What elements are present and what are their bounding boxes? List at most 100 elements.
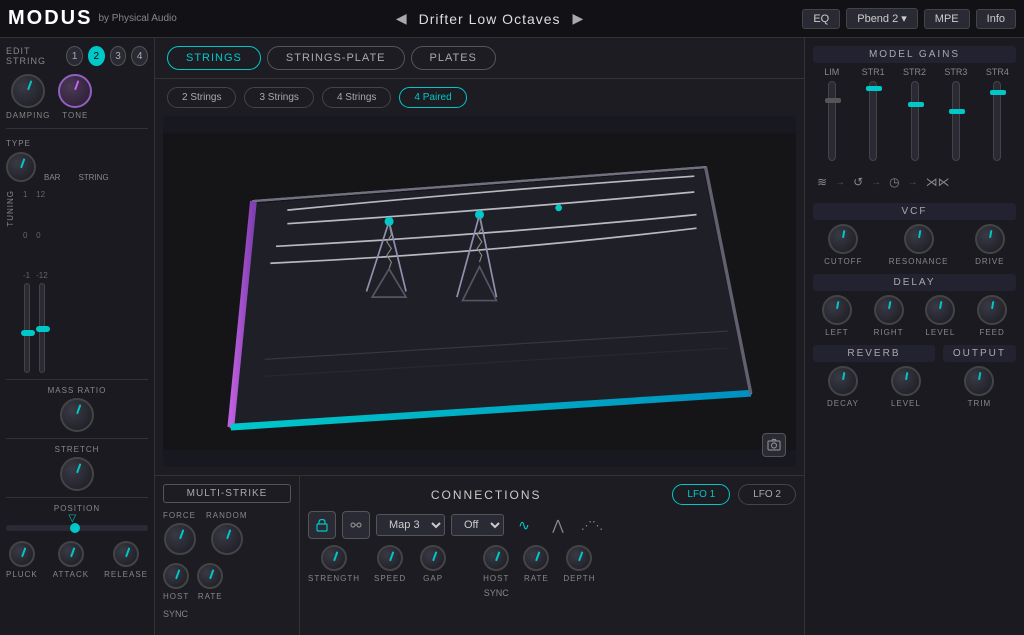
slider1-group: 1 0 -1 — [23, 190, 30, 373]
slider1-mid: 0 — [23, 231, 30, 240]
host-select[interactable]: Off — [451, 514, 504, 536]
2strings-tab[interactable]: 2 Strings — [167, 87, 236, 108]
left-delay-group: LEFT — [822, 295, 852, 337]
string-4-button[interactable]: 4 — [131, 46, 148, 66]
tone-knob[interactable] — [58, 74, 92, 108]
string-1-button[interactable]: 1 — [66, 46, 83, 66]
slider2-mid: 0 — [36, 231, 48, 240]
center-column: STRINGS STRINGS-PLATE PLATES 2 Strings 3… — [155, 38, 804, 635]
str4-thumb[interactable] — [990, 90, 1006, 95]
info-button[interactable]: Info — [976, 9, 1016, 29]
slider1-thumb[interactable] — [21, 330, 35, 336]
3strings-tab[interactable]: 3 Strings — [244, 87, 313, 108]
conn-link-button[interactable] — [342, 511, 370, 539]
strings-tab[interactable]: STRINGS — [167, 46, 261, 70]
conn-sync-label: SYNC — [484, 588, 509, 598]
slider2-thumb[interactable] — [36, 326, 50, 332]
lim-track[interactable] — [828, 81, 836, 161]
conn-host-group: HOST SYNC — [483, 545, 509, 598]
4paired-tab[interactable]: 4 Paired — [399, 87, 466, 108]
conn-lock-button[interactable] — [308, 511, 336, 539]
resonance-knob[interactable] — [904, 224, 934, 254]
eq-button[interactable]: EQ — [802, 9, 840, 29]
pbend-button[interactable]: Pbend 2 ▾ — [846, 8, 918, 29]
delay-level-knob[interactable] — [925, 295, 955, 325]
slider1-track[interactable] — [24, 283, 30, 373]
strength-knob[interactable] — [321, 545, 347, 571]
mpe-button[interactable]: MPE — [924, 9, 970, 29]
gap-knob[interactable] — [420, 545, 446, 571]
main-content: EDIT STRING 1 2 3 4 DAMPING TONE TYPE — [0, 38, 1024, 635]
str3-fader — [937, 81, 974, 161]
sawtooth-wave-button[interactable]: ⋰⋱ — [578, 511, 606, 539]
fx-chain-row: ≋ → ↺ → ◷ → ⋊⋉ — [813, 173, 1016, 191]
ms-host-group: HOST — [163, 563, 189, 601]
lfo1-button[interactable]: LFO 1 — [672, 484, 730, 505]
ms-rate-knob[interactable] — [197, 563, 223, 589]
reverb-level-knob[interactable] — [891, 366, 921, 396]
position-slider[interactable] — [6, 525, 148, 531]
force-knob[interactable] — [164, 523, 196, 555]
str2-track[interactable] — [911, 81, 919, 161]
bottom-center: MULTI-STRIKE FORCE RANDOM — [155, 475, 804, 635]
decay-label: DECAY — [827, 399, 859, 408]
lim-fader — [813, 81, 850, 161]
str4-fader — [979, 81, 1016, 161]
ms-host-knob[interactable] — [163, 563, 189, 589]
plates-tab[interactable]: PLATES — [411, 46, 496, 70]
stretch-knob[interactable] — [60, 457, 94, 491]
depth-knob[interactable] — [566, 545, 592, 571]
release-knob[interactable] — [113, 541, 139, 567]
speed-knob[interactable] — [377, 545, 403, 571]
depth-label: DEPTH — [563, 574, 595, 583]
app-logo-sub: by Physical Audio — [98, 13, 176, 24]
mg-header: LIM STR1 STR2 STR3 STR4 — [813, 67, 1016, 77]
str4-track[interactable] — [993, 81, 1001, 161]
left-delay-knob[interactable] — [822, 295, 852, 325]
str3-thumb[interactable] — [949, 109, 965, 114]
lim-thumb[interactable] — [825, 98, 841, 103]
str3-track[interactable] — [952, 81, 960, 161]
delay-title: DELAY — [813, 274, 1016, 291]
str1-thumb[interactable] — [866, 86, 882, 91]
pluck-knob[interactable] — [9, 541, 35, 567]
attack-knob[interactable] — [58, 541, 84, 567]
header-center: ◀ Drifter Low Octaves ▶ — [177, 10, 802, 27]
cutoff-knob[interactable] — [828, 224, 858, 254]
damping-knob[interactable] — [11, 74, 45, 108]
mass-ratio-knob[interactable] — [60, 398, 94, 432]
next-patch-button[interactable]: ▶ — [573, 10, 584, 27]
edit-string-label: EDIT STRING — [6, 46, 61, 66]
str1-track[interactable] — [869, 81, 877, 161]
prev-patch-button[interactable]: ◀ — [396, 10, 407, 27]
force-group: FORCE — [163, 511, 196, 555]
lfo2-button[interactable]: LFO 2 — [738, 484, 796, 505]
conn-host-knob[interactable] — [483, 545, 509, 571]
right-delay-knob[interactable] — [874, 295, 904, 325]
strings-plate-tab[interactable]: STRINGS-PLATE — [267, 46, 405, 70]
4strings-tab[interactable]: 4 Strings — [322, 87, 391, 108]
decay-knob[interactable] — [828, 366, 858, 396]
delay-feed-knob[interactable] — [977, 295, 1007, 325]
random-group: RANDOM — [206, 511, 248, 555]
str2-thumb[interactable] — [908, 102, 924, 107]
slider2-group: 12 0 -12 — [36, 190, 48, 373]
trim-label: TRIM — [968, 399, 992, 408]
force-label: FORCE — [163, 511, 196, 520]
random-knob[interactable] — [211, 523, 243, 555]
map-select[interactable]: Map 3 — [376, 514, 445, 536]
screenshot-button[interactable] — [762, 433, 786, 457]
string-2-button[interactable]: 2 — [88, 46, 105, 66]
delay-chain-icon: ◷ — [885, 173, 903, 191]
triangle-wave-button[interactable]: ⋀ — [544, 511, 572, 539]
sine-wave-button[interactable]: ∿ — [510, 511, 538, 539]
conn-rate-knob[interactable] — [523, 545, 549, 571]
slider2-track[interactable] — [39, 283, 45, 373]
multi-strike-title[interactable]: MULTI-STRIKE — [163, 484, 291, 503]
vcf-drive-knob[interactable] — [975, 224, 1005, 254]
string-3-button[interactable]: 3 — [110, 46, 127, 66]
position-thumb[interactable] — [70, 523, 80, 533]
trim-knob[interactable] — [964, 366, 994, 396]
conn-rate-group: RATE — [523, 545, 549, 583]
type-knob[interactable] — [6, 152, 36, 182]
